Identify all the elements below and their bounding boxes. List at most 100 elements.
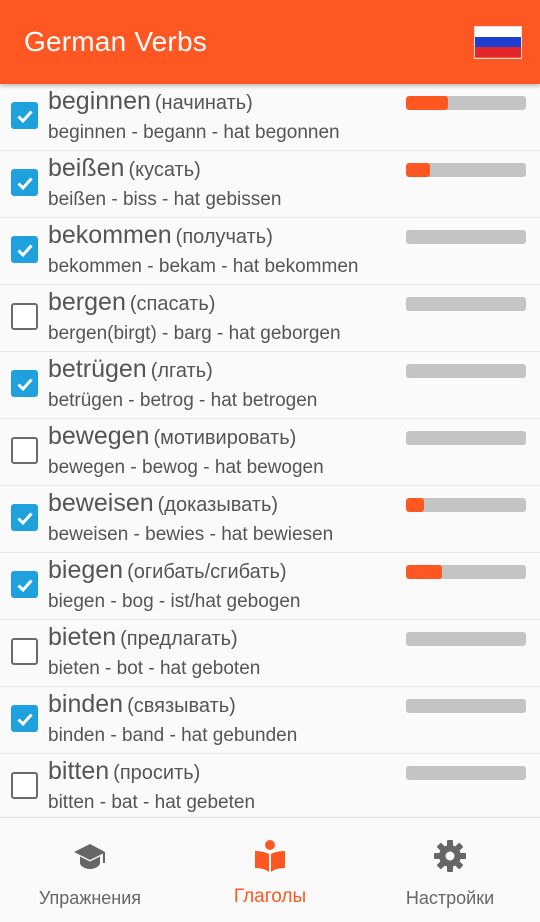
- verb-title-line: bekommen (получать): [48, 221, 273, 250]
- verb-row[interactable]: binden (связывать) binden - band - hat geb…: [0, 687, 540, 754]
- flag-stripe-white: [475, 26, 521, 37]
- verb-row[interactable]: betrügen (лгать) betrügen - betrog - hat b…: [0, 352, 540, 419]
- verb-list[interactable]: beginnen (начинать) beginnen - begann - ha…: [0, 84, 540, 817]
- verb-title-line: bitten (просить): [48, 757, 200, 786]
- verb-infinitive: binden: [48, 690, 124, 718]
- verb-checkbox[interactable]: [11, 437, 38, 464]
- learning-progress-bar: [406, 632, 526, 646]
- learning-progress-bar: [406, 699, 526, 713]
- learning-progress-fill: [406, 565, 442, 579]
- verb-translation: (лгать): [150, 360, 213, 382]
- verb-checkbox[interactable]: [11, 102, 38, 129]
- learning-progress-bar: [406, 230, 526, 244]
- russian-flag-icon[interactable]: [474, 25, 522, 59]
- verb-checkbox[interactable]: [11, 169, 38, 196]
- verb-forms: beißen - biss - hat gebissen: [48, 189, 282, 210]
- learning-progress-bar: [406, 364, 526, 378]
- app-title: German Verbs: [24, 26, 207, 57]
- verb-row[interactable]: bitten (просить) bitten - bat - hat gebete…: [0, 754, 540, 817]
- verb-translation: (доказывать): [157, 494, 279, 516]
- verb-title-line: bewegen (мотивировать): [48, 422, 296, 451]
- verb-infinitive: bergen: [48, 288, 126, 316]
- nav-exercises-label: Упражнения: [38, 888, 142, 908]
- verb-translation: (получать): [175, 226, 273, 248]
- verb-checkbox[interactable]: [11, 571, 38, 598]
- verb-title-line: bieten (предлагать): [48, 623, 238, 652]
- learning-progress-bar: [406, 565, 526, 579]
- verb-row[interactable]: biegen (огибать/сгибать) biegen - bog - is…: [0, 553, 540, 620]
- checkmark-icon: [16, 176, 33, 190]
- flag-stripe-blue: [475, 36, 521, 48]
- verb-checkbox[interactable]: [11, 504, 38, 531]
- nav-verbs[interactable]: Глаголы: [180, 818, 360, 922]
- verb-forms: binden - band - hat gebunden: [48, 725, 298, 746]
- learning-progress-bar: [406, 297, 526, 311]
- verb-infinitive: beginnen: [48, 87, 151, 115]
- checkmark-icon: [16, 109, 33, 123]
- verb-checkbox[interactable]: [11, 370, 38, 397]
- learning-progress-fill: [406, 96, 448, 110]
- verb-title-line: beginnen (начинать): [48, 87, 253, 116]
- book-reader-icon: [255, 840, 285, 872]
- verb-forms: bitten - bat - hat gebeten: [48, 792, 256, 813]
- learning-progress-fill: [406, 498, 424, 512]
- verb-forms: bergen(birgt) - barg - hat geborgen: [48, 323, 341, 344]
- learning-progress-bar: [406, 96, 526, 110]
- verb-forms: beginnen - begann - hat begonnen: [48, 122, 340, 143]
- verb-forms: bekommen - bekam - hat bekommen: [48, 256, 359, 277]
- verb-forms: bewegen - bewog - hat bewogen: [48, 457, 324, 478]
- learning-progress-bar: [406, 766, 526, 780]
- verb-translation: (кусать): [128, 159, 201, 181]
- checkmark-icon: [16, 377, 33, 391]
- learning-progress-bar: [406, 498, 526, 512]
- verb-translation: (связывать): [127, 695, 236, 717]
- verb-translation: (мотивировать): [153, 427, 297, 449]
- checkmark-icon: [16, 511, 33, 525]
- verb-forms: bieten - bot - hat geboten: [48, 658, 261, 679]
- graduation-cap-icon: [74, 844, 105, 869]
- verb-infinitive: bieten: [48, 623, 117, 651]
- verb-infinitive: bitten: [48, 757, 110, 785]
- checkmark-icon: [16, 243, 33, 257]
- app-bar: German Verbs: [0, 0, 540, 84]
- checkmark-icon: [16, 578, 33, 592]
- gear-icon: [434, 840, 466, 872]
- verb-title-line: biegen (огибать/сгибать): [48, 556, 287, 585]
- flag-stripe-red: [475, 47, 521, 58]
- verb-checkbox[interactable]: [11, 303, 38, 330]
- verb-row[interactable]: bekommen (получать) bekommen - bekam - hat…: [0, 218, 540, 285]
- verb-title-line: betrügen (лгать): [48, 355, 213, 384]
- checkmark-icon: [16, 712, 33, 726]
- verb-row[interactable]: bieten (предлагать) bieten - bot - hat geb…: [0, 620, 540, 687]
- verb-checkbox[interactable]: [11, 772, 38, 799]
- verb-row[interactable]: beißen (кусать) beißen - biss - hat gebiss…: [0, 151, 540, 218]
- verb-translation: (спасать): [129, 293, 216, 315]
- learning-progress-fill: [406, 163, 430, 177]
- verb-row[interactable]: bewegen (мотивировать) bewegen - bewog - h…: [0, 419, 540, 486]
- verb-translation: (предлагать): [120, 628, 238, 650]
- verb-forms: biegen - bog - ist/hat gebogen: [48, 591, 301, 612]
- verb-checkbox[interactable]: [11, 705, 38, 732]
- verb-infinitive: biegen: [48, 556, 124, 584]
- learning-progress-bar: [406, 431, 526, 445]
- verb-forms: beweisen - bewies - hat bewiesen: [48, 524, 334, 545]
- verb-title-line: beißen (кусать): [48, 154, 201, 183]
- verb-infinitive: betrügen: [48, 355, 147, 383]
- nav-verbs-label: Глаголы: [233, 886, 307, 907]
- nav-exercises[interactable]: Упражнения: [0, 818, 180, 922]
- verb-row[interactable]: beginnen (начинать) beginnen - begann - ha…: [0, 84, 540, 151]
- verb-checkbox[interactable]: [11, 236, 38, 263]
- verb-infinitive: bewegen: [48, 422, 150, 450]
- verb-row[interactable]: beweisen (доказывать) beweisen - bewies - …: [0, 486, 540, 553]
- verb-checkbox[interactable]: [11, 638, 38, 665]
- verb-infinitive: bekommen: [48, 221, 172, 249]
- verb-translation: (огибать/сгибать): [127, 561, 287, 583]
- nav-settings-label: Настройки: [405, 888, 495, 908]
- verb-title-line: bergen (спасать): [48, 288, 215, 317]
- bottom-navigation: Упражнения Глаголы Настройки: [0, 817, 540, 922]
- verb-row[interactable]: bergen (спасать) bergen(birgt) - barg - ha…: [0, 285, 540, 352]
- verb-infinitive: beißen: [48, 154, 125, 182]
- verb-translation: (начинать): [154, 92, 253, 114]
- learning-progress-bar: [406, 163, 526, 177]
- nav-settings[interactable]: Настройки: [360, 818, 540, 922]
